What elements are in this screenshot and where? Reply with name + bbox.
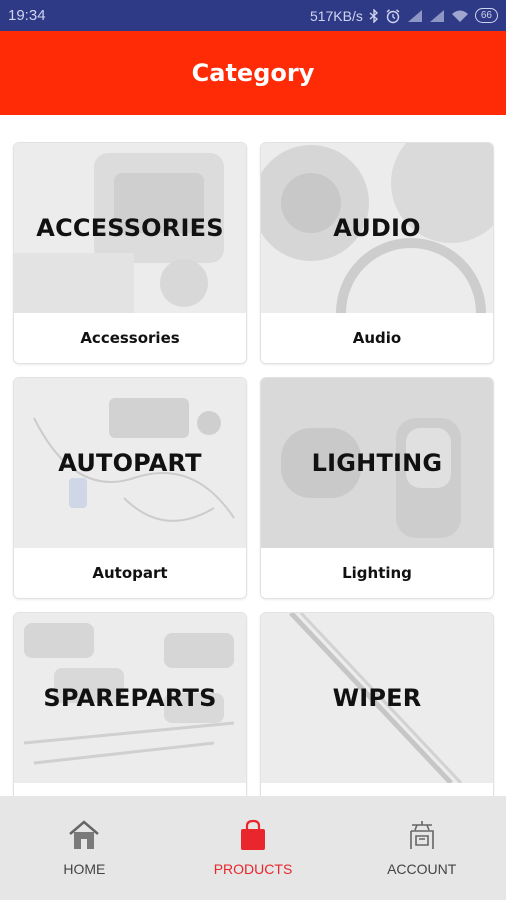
category-overlay-title: AUDIO bbox=[333, 214, 421, 242]
category-overlay-title: LIGHTING bbox=[311, 449, 443, 477]
signal-icon bbox=[407, 9, 422, 22]
category-card-accessories[interactable]: ACCESSORIES Accessories bbox=[13, 142, 247, 364]
shopping-bag-icon bbox=[241, 819, 265, 850]
account-icon bbox=[409, 821, 434, 849]
category-card-wiper[interactable]: WIPER bbox=[260, 612, 494, 796]
app-bar: Category bbox=[0, 31, 506, 115]
network-speed: 517KB/s bbox=[309, 7, 363, 24]
page-title: Category bbox=[191, 59, 315, 87]
battery-icon: 66 bbox=[474, 8, 498, 23]
category-card-lighting[interactable]: LIGHTING Lighting bbox=[260, 377, 494, 599]
status-bar: 19:34 517KB/s 66 bbox=[0, 0, 506, 31]
nav-label: ACCOUNT bbox=[387, 861, 457, 877]
category-label: Audio bbox=[261, 313, 493, 363]
category-label: Accessories bbox=[14, 313, 246, 363]
nav-item-products[interactable]: PRODUCTS bbox=[169, 796, 338, 900]
category-label bbox=[261, 783, 493, 796]
nav-label: PRODUCTS bbox=[213, 861, 293, 877]
status-icons: 517KB/s 66 bbox=[310, 8, 498, 24]
nav-label: HOME bbox=[63, 861, 106, 877]
bottom-nav: HOME PRODUCTS ACCOUNT bbox=[0, 796, 506, 900]
category-card-spareparts[interactable]: SPAREPARTS bbox=[13, 612, 247, 796]
status-time: 19:34 bbox=[8, 7, 46, 24]
category-overlay-title: SPAREPARTS bbox=[43, 684, 217, 712]
home-icon bbox=[69, 820, 100, 849]
category-label: Lighting bbox=[261, 548, 493, 598]
wifi-icon bbox=[451, 10, 468, 22]
category-card-autopart[interactable]: AUTOPART Autopart bbox=[13, 377, 247, 599]
category-label bbox=[14, 783, 246, 796]
category-card-audio[interactable]: AUDIO Audio bbox=[260, 142, 494, 364]
category-grid: ACCESSORIES Accessories AUDIO Audio AUTO… bbox=[0, 115, 506, 796]
category-overlay-title: ACCESSORIES bbox=[36, 214, 224, 242]
category-overlay-title: AUTOPART bbox=[58, 449, 202, 477]
category-overlay-title: WIPER bbox=[332, 684, 422, 712]
bluetooth-icon bbox=[369, 8, 378, 23]
nav-item-home[interactable]: HOME bbox=[0, 796, 169, 900]
battery-level: 66 bbox=[480, 10, 492, 21]
nav-item-account[interactable]: ACCOUNT bbox=[337, 796, 506, 900]
alarm-icon bbox=[386, 8, 400, 23]
signal-icon bbox=[429, 9, 444, 22]
category-label: Autopart bbox=[14, 548, 246, 598]
